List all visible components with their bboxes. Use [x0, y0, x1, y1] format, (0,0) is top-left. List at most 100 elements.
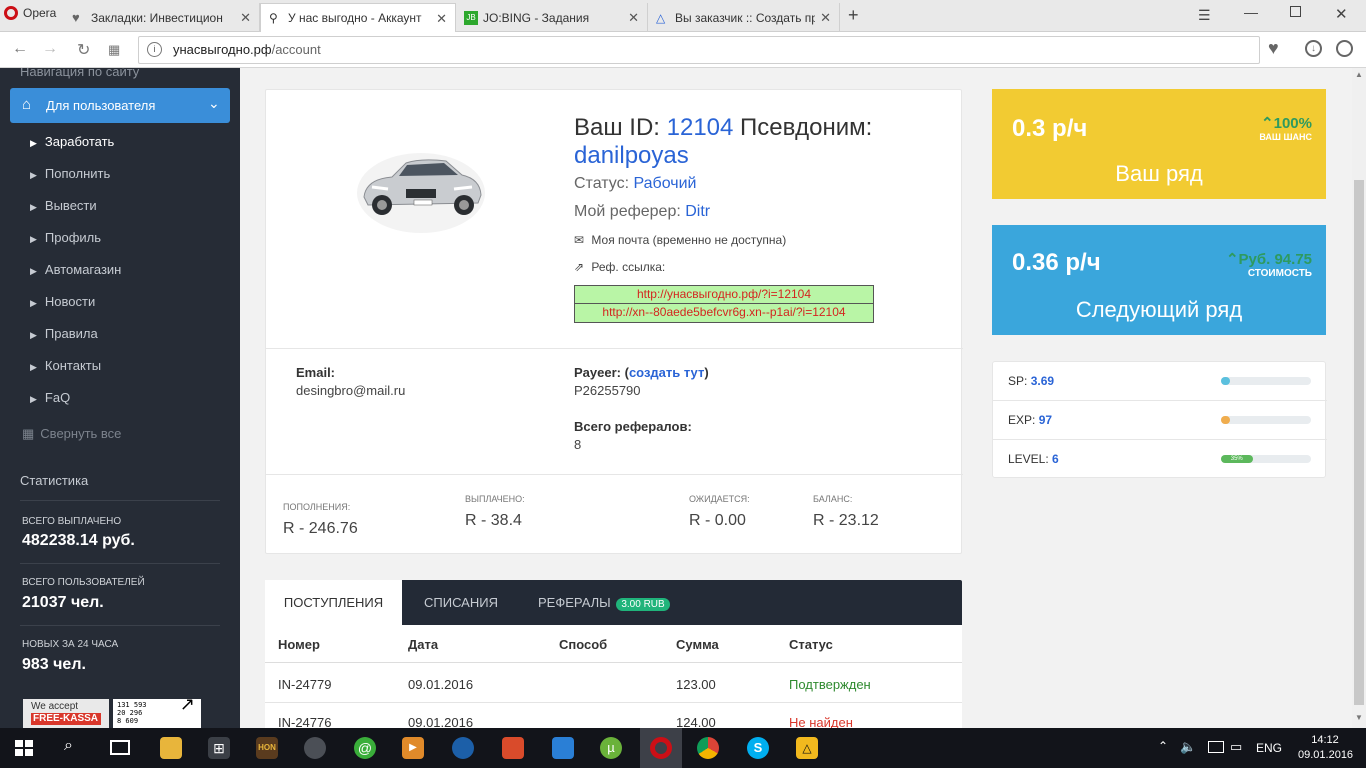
store-icon[interactable]: ⊞ [208, 737, 230, 759]
notification-icon[interactable]: ▭ [1230, 739, 1242, 755]
grid-icon: ▦ [22, 426, 35, 441]
finance-label: ВЫПЛАЧЕНО: [465, 494, 525, 504]
tab-account[interactable]: ⚲ У нас выгодно - Аккаунт ✕ [260, 3, 456, 32]
sidebar-item-withdraw[interactable]: ▶ Вывести [30, 198, 97, 213]
table-row: IN-24779 09.01.2016 123.00 Подтвержден [265, 664, 962, 703]
tab-customer[interactable]: △ Вы заказчик :: Создать пр ✕ [648, 3, 840, 32]
collapse-all-button[interactable]: ▦ Свернуть все [22, 426, 121, 442]
finance-pending: ОЖИДАЕТСЯ: R - 0.00 [689, 494, 750, 530]
account-icon[interactable] [1336, 40, 1353, 57]
hon-game-icon[interactable]: HON [256, 737, 278, 759]
sidebar-item-profile[interactable]: ▶ Профиль [30, 230, 101, 245]
chevron-up-icon: ⌃ [1225, 251, 1239, 268]
url-field[interactable]: i унасвыгодно.рф/account [138, 36, 1260, 64]
exp-progress-fill [1221, 416, 1230, 424]
chrome-icon[interactable] [697, 737, 719, 759]
app-triangle-icon[interactable]: △ [796, 737, 818, 759]
task-view-icon[interactable] [110, 740, 130, 755]
reload-icon[interactable]: ↻ [77, 40, 90, 60]
download-icon[interactable]: ↓ [1305, 40, 1322, 57]
transactions-card: ПОСТУПЛЕНИЯ СПИСАНИЯ РЕФЕРАЛЫ 3.00 RUB Н… [265, 580, 962, 728]
skype-icon[interactable]: S [747, 737, 769, 759]
sidebar-item-contacts[interactable]: ▶ Контакты [30, 358, 101, 373]
sidebar-item-rules[interactable]: ▶ Правила [30, 326, 98, 341]
close-icon[interactable]: ✕ [628, 10, 639, 26]
app-icon[interactable] [552, 737, 574, 759]
mail-agent-icon[interactable]: @ [354, 737, 376, 759]
media-player-icon[interactable]: ▶ [402, 737, 424, 759]
back-icon[interactable]: ← [12, 40, 28, 58]
sidebar-item-faq[interactable]: ▶ FaQ [30, 390, 70, 405]
network-icon[interactable] [1208, 741, 1224, 753]
sidebar-item-autoshop[interactable]: ▶ Автомагазин [30, 262, 121, 277]
site-info-icon[interactable]: i [147, 42, 162, 57]
tab-bookmarks[interactable]: ♥ Закладки: Инвестицион ✕ [64, 3, 260, 32]
app-icon[interactable] [502, 737, 524, 759]
caret-right-icon: ▶ [30, 394, 37, 404]
scroll-thumb[interactable] [1354, 180, 1364, 705]
tab-menu-icon[interactable]: ☰ [1198, 7, 1211, 24]
file-explorer-icon[interactable] [160, 737, 182, 759]
sidebar-item-label: Контакты [44, 358, 102, 373]
jobing-favicon-icon: JB [464, 10, 478, 25]
payeer-create-link[interactable]: создать тут [629, 365, 704, 380]
scroll-up-icon[interactable]: ▲ [1355, 70, 1363, 79]
network-app-icon[interactable] [452, 737, 474, 759]
opera-menu-button[interactable]: Opera [4, 6, 56, 20]
close-icon[interactable]: ✕ [820, 10, 831, 26]
tab-referrals[interactable]: РЕФЕРАЛЫ 3.00 RUB [538, 580, 670, 625]
close-window-button[interactable]: ✕ [1335, 5, 1348, 23]
forward-icon[interactable]: → [42, 40, 58, 58]
windows-start-icon[interactable] [15, 740, 33, 756]
tab-label: Закладки: Инвестицион [91, 10, 223, 25]
close-icon[interactable]: ✕ [240, 10, 251, 26]
speed-dial-icon[interactable]: ▦ [108, 42, 120, 58]
tab-jobing[interactable]: JB JO:BING - Задания ✕ [456, 3, 648, 32]
col-header: Дата [408, 637, 439, 652]
price-block: ⌃Руб. 94.75 СТОИМОСТЬ [1226, 250, 1312, 279]
ref-link-2[interactable]: http://xn--80aede5befcvr6g.xn--p1ai/?i=1… [575, 304, 873, 322]
search-icon[interactable]: ⌕ [64, 737, 73, 755]
ref-link-line: ⇗ Реф. ссылка: [574, 260, 665, 274]
current-rate: 0.3 р/ч [1012, 115, 1088, 142]
utorrent-icon[interactable]: µ [600, 737, 622, 759]
sidebar-item-user[interactable]: ⌂ Для пользователя ⌄ [10, 88, 230, 123]
next-row-widget: 0.36 р/ч ⌃Руб. 94.75 СТОИМОСТЬ Следующий… [992, 225, 1326, 335]
col-header: Статус [789, 637, 833, 652]
maximize-button[interactable] [1290, 6, 1301, 17]
referrer-label: Мой реферер: [574, 203, 681, 220]
chance-label: ВАШ ШАНС [1259, 132, 1312, 142]
opera-taskbar-button[interactable] [640, 728, 682, 768]
sidebar-item-label: Для пользователя [46, 98, 156, 113]
sidebar-item-deposit[interactable]: ▶ Пополнить [30, 166, 110, 181]
opera-logo-icon [4, 6, 18, 20]
new-tab-button[interactable]: + [848, 5, 859, 26]
bookmark-heart-icon[interactable]: ♥ [1268, 38, 1279, 59]
visitor-counter[interactable]: 131 593 20 296 8 609 ↗ [113, 696, 201, 728]
payeer-value: P26255790 [574, 383, 641, 398]
tab-label: РЕФЕРАЛЫ [538, 595, 611, 610]
referrer-value[interactable]: Ditr [685, 203, 710, 220]
tab-income[interactable]: ПОСТУПЛЕНИЯ [265, 580, 402, 625]
collapse-label: Свернуть все [40, 426, 122, 441]
sidebar-item-earn[interactable]: ▶ Заработать [30, 134, 114, 149]
scroll-down-icon[interactable]: ▼ [1355, 713, 1363, 722]
language-indicator[interactable]: ENG [1256, 741, 1282, 755]
close-icon[interactable]: ✕ [436, 11, 447, 27]
sp-progress-bar [1221, 377, 1311, 385]
minimize-button[interactable]: — [1244, 4, 1258, 20]
email-block: Email: desingbro@mail.ru [296, 365, 405, 398]
car-avatar [354, 145, 488, 237]
free-kassa-badge[interactable]: We accept FREE-KASSA [23, 699, 109, 728]
vertical-scrollbar[interactable]: ▲ ▼ [1352, 68, 1366, 728]
ref-link-1[interactable]: http://унасвыгодно.рф/?i=12104 [575, 286, 873, 304]
divider [266, 348, 963, 349]
level-row-exp: EXP: 97 [993, 401, 1327, 440]
world-of-tanks-icon[interactable] [304, 737, 326, 759]
level-value: 3.69 [1030, 374, 1055, 388]
sidebar-item-news[interactable]: ▶ Новости [30, 294, 95, 309]
clock[interactable]: 14:12 09.01.2016 [1298, 733, 1353, 763]
volume-icon[interactable]: 🔈 [1180, 739, 1196, 755]
tray-chevron-up-icon[interactable]: ⌃ [1158, 739, 1168, 753]
tab-writeoffs[interactable]: СПИСАНИЯ [424, 580, 498, 625]
